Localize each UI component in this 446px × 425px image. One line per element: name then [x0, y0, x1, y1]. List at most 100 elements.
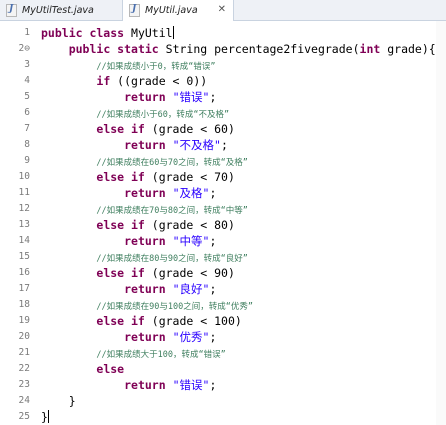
- line-number: 7: [24, 123, 30, 134]
- code-line[interactable]: 19 else if (grade < 100): [0, 313, 446, 329]
- string-literal: "优秀": [172, 330, 210, 344]
- line-number: 17: [18, 283, 30, 294]
- line-number: 20: [18, 331, 30, 342]
- code-text: else if (grade < 100): [41, 313, 242, 329]
- line-number: 6: [24, 107, 30, 118]
- tab-label: MyUtil.java: [145, 5, 198, 16]
- keyword: else if: [96, 266, 145, 280]
- code-token: ((grade < 0)): [110, 74, 208, 88]
- line-number: 3: [24, 59, 30, 70]
- keyword: public class: [41, 26, 125, 40]
- code-line[interactable]: 15 //如果成绩在80与90之间，转成“良好”: [0, 249, 446, 265]
- code-line[interactable]: 23 return "错误";: [0, 377, 446, 393]
- code-token: MyUtil: [124, 26, 173, 40]
- line-number: 2⊖: [18, 43, 30, 54]
- code-line[interactable]: 14 return "中等";: [0, 233, 446, 249]
- code-line[interactable]: 16 else if (grade < 90): [0, 265, 446, 281]
- code-text: else: [41, 361, 124, 377]
- code-line[interactable]: 11 return "及格";: [0, 185, 446, 201]
- code-line[interactable]: 3 //如果成绩小于0，转成“错误”: [0, 57, 446, 73]
- line-number: 5: [24, 91, 30, 102]
- code-line[interactable]: 4 if ((grade < 0)): [0, 73, 446, 89]
- keyword: return: [124, 234, 166, 248]
- line-number: 14: [18, 235, 30, 246]
- code-token: }: [41, 394, 76, 408]
- code-line[interactable]: 22 else: [0, 361, 446, 377]
- code-token: (grade < 100): [144, 314, 242, 328]
- code-line[interactable]: 10 else if (grade < 70): [0, 169, 446, 185]
- code-line[interactable]: 6 //如果成绩小于60，转成“不及格”: [0, 105, 446, 121]
- editor-tab-bar: J MyUtilTest.java J MyUtil.java ✕: [0, 0, 446, 21]
- line-number: 15: [18, 251, 30, 262]
- code-text: else if (grade < 80): [41, 217, 234, 233]
- keyword: if: [96, 74, 111, 88]
- code-line[interactable]: 20 return "优秀";: [0, 329, 446, 345]
- keyword: else if: [96, 122, 145, 136]
- code-token: ;: [209, 282, 217, 296]
- code-text: return "错误";: [41, 377, 216, 393]
- code-text: return "良好";: [41, 281, 216, 297]
- code-token: ;: [209, 330, 217, 344]
- code-line[interactable]: 8 return "不及格";: [0, 137, 446, 153]
- code-line[interactable]: 7 else if (grade < 60): [0, 121, 446, 137]
- code-line[interactable]: 9 //如果成绩在60与70之间，转成“及格”: [0, 153, 446, 169]
- code-token: (grade < 60): [144, 122, 235, 136]
- text-cursor: [47, 410, 49, 423]
- keyword: else if: [96, 218, 145, 232]
- tab-myutil-java[interactable]: J MyUtil.java ✕: [122, 0, 234, 21]
- string-literal: "不及格": [172, 138, 221, 152]
- code-text: else if (grade < 60): [41, 121, 235, 137]
- code-line[interactable]: 13 else if (grade < 80): [0, 217, 446, 233]
- code-line[interactable]: 2⊖ public static String percentage2fiveg…: [0, 41, 446, 57]
- line-number: 1: [24, 27, 30, 38]
- code-text: return "及格";: [41, 185, 216, 201]
- code-text: }: [41, 393, 76, 409]
- java-file-icon: J: [6, 3, 17, 17]
- line-number: 10: [18, 171, 30, 182]
- code-line[interactable]: 24 }: [0, 393, 446, 409]
- string-literal: "及格": [172, 186, 210, 200]
- java-file-icon: J: [129, 4, 140, 17]
- line-number: 22: [18, 363, 30, 374]
- code-token: (grade < 90): [144, 266, 235, 280]
- code-text: }: [41, 409, 49, 425]
- code-editor[interactable]: 1 public class MyUtil 2⊖ public static Str…: [0, 21, 446, 425]
- code-line[interactable]: 21 //如果成绩大于100，转成“错误”: [0, 345, 446, 361]
- keyword: else if: [96, 170, 145, 184]
- line-number: 13: [18, 219, 30, 230]
- code-line[interactable]: 5 return "错误";: [0, 89, 446, 105]
- close-icon[interactable]: ✕: [218, 4, 226, 15]
- keyword: public static: [68, 42, 159, 56]
- code-line[interactable]: 18 //如果成绩在90与100之间，转成“优秀”: [0, 297, 446, 313]
- vertical-scrollbar[interactable]: [436, 21, 446, 425]
- code-text: if ((grade < 0)): [41, 73, 207, 89]
- comment: //如果成绩在80与90之间，转成“良好”: [96, 254, 248, 264]
- code-line[interactable]: 17 return "良好";: [0, 281, 446, 297]
- string-literal: "错误": [172, 90, 210, 104]
- code-line[interactable]: 25}: [0, 409, 446, 425]
- code-line[interactable]: 1 public class MyUtil: [0, 25, 446, 41]
- line-number: 19: [18, 315, 30, 326]
- tab-myutiltest-java[interactable]: J MyUtilTest.java: [0, 0, 122, 20]
- code-line[interactable]: 12 //如果成绩在70与80之间，转成“中等”: [0, 201, 446, 217]
- line-number: 24: [18, 395, 30, 406]
- code-token: ;: [209, 378, 217, 392]
